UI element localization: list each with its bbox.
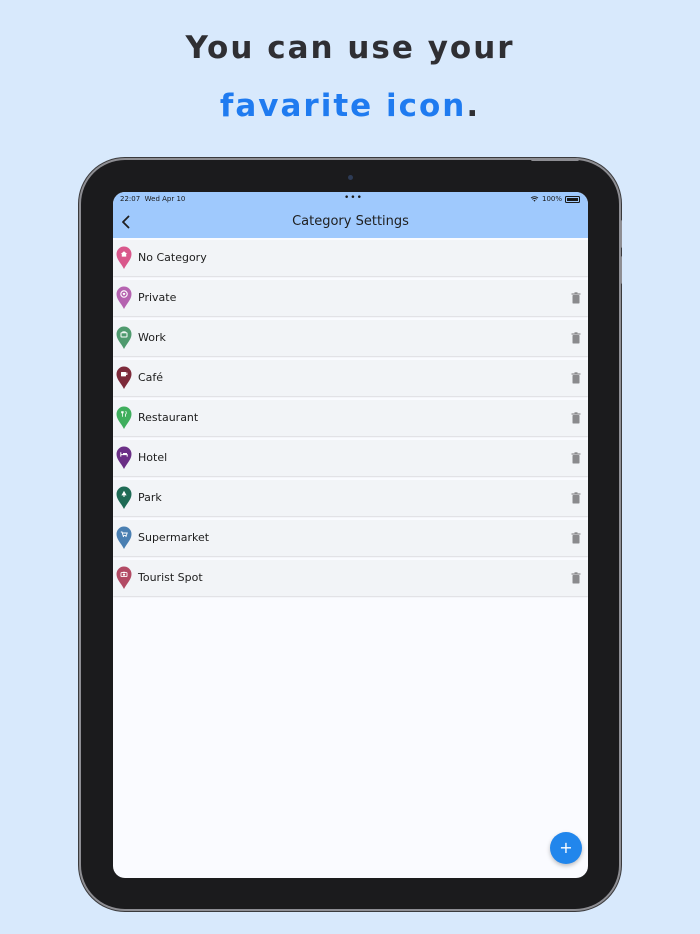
category-label: Hotel: [138, 451, 168, 464]
category-label: Park: [138, 491, 162, 504]
app-bar: 22:07 Wed Apr 10 ••• 100% Category Setti…: [113, 192, 588, 238]
category-label: Tourist Spot: [138, 571, 203, 584]
category-label: Restaurant: [138, 411, 199, 424]
tree-pin-icon: [116, 486, 132, 509]
front-camera: [348, 175, 353, 180]
trash-icon[interactable]: [571, 492, 581, 504]
category-label: Café: [138, 371, 164, 384]
category-label: Private: [138, 291, 177, 304]
status-right: 100%: [530, 195, 580, 203]
promo-headline-line2: favarite icon.: [0, 88, 700, 124]
cutlery-pin-icon: [116, 406, 132, 429]
add-category-button[interactable]: +: [550, 832, 582, 864]
wifi-icon: [530, 196, 539, 202]
category-row-cafe[interactable]: Café: [113, 360, 588, 396]
category-row-tourist-spot[interactable]: Tourist Spot: [113, 560, 588, 596]
category-label: No Category: [138, 251, 207, 264]
trash-icon[interactable]: [571, 532, 581, 544]
category-row-no-category[interactable]: No Category: [113, 240, 588, 276]
cart-pin-icon: [116, 526, 132, 549]
trash-icon[interactable]: [571, 572, 581, 584]
category-row-hotel[interactable]: Hotel: [113, 440, 588, 476]
category-row-supermarket[interactable]: Supermarket: [113, 520, 588, 556]
status-time: 22:07: [120, 195, 141, 203]
category-label: Work: [138, 331, 166, 344]
trash-icon[interactable]: [571, 452, 581, 464]
heart-pin-icon: [116, 286, 132, 309]
bed-pin-icon: [116, 446, 132, 469]
app-screen: 22:07 Wed Apr 10 ••• 100% Category Setti…: [113, 192, 588, 878]
volume-down-button: [619, 256, 622, 284]
battery-icon: [565, 195, 580, 203]
category-row-park[interactable]: Park: [113, 480, 588, 516]
multitask-dots[interactable]: •••: [344, 193, 363, 203]
category-row-private[interactable]: Private: [113, 280, 588, 316]
category-label: Supermarket: [138, 531, 210, 544]
promo-headline-line1: You can use your: [185, 30, 515, 66]
trash-icon[interactable]: [571, 332, 581, 344]
volume-up-button: [619, 220, 622, 248]
briefcase-pin-icon: [116, 326, 132, 349]
trash-icon[interactable]: [571, 292, 581, 304]
promo-headline-accent: favarite icon: [219, 88, 467, 124]
promo-headline-period: .: [466, 88, 481, 124]
status-time-date: 22:07 Wed Apr 10: [120, 195, 185, 203]
camera-pin-icon: [116, 566, 132, 589]
trash-icon[interactable]: [571, 372, 581, 384]
home-pin-icon: [116, 246, 132, 269]
category-row-restaurant[interactable]: Restaurant: [113, 400, 588, 436]
power-button: [531, 158, 579, 161]
page-title: Category Settings: [292, 214, 409, 229]
coffee-pin-icon: [116, 366, 132, 389]
category-row-work[interactable]: Work: [113, 320, 588, 356]
battery-percent: 100%: [541, 195, 562, 203]
status-date: Wed Apr 10: [144, 195, 186, 203]
category-list: No Category Private Work Café Restaurant Hote…: [113, 240, 588, 600]
trash-icon[interactable]: [571, 412, 581, 424]
